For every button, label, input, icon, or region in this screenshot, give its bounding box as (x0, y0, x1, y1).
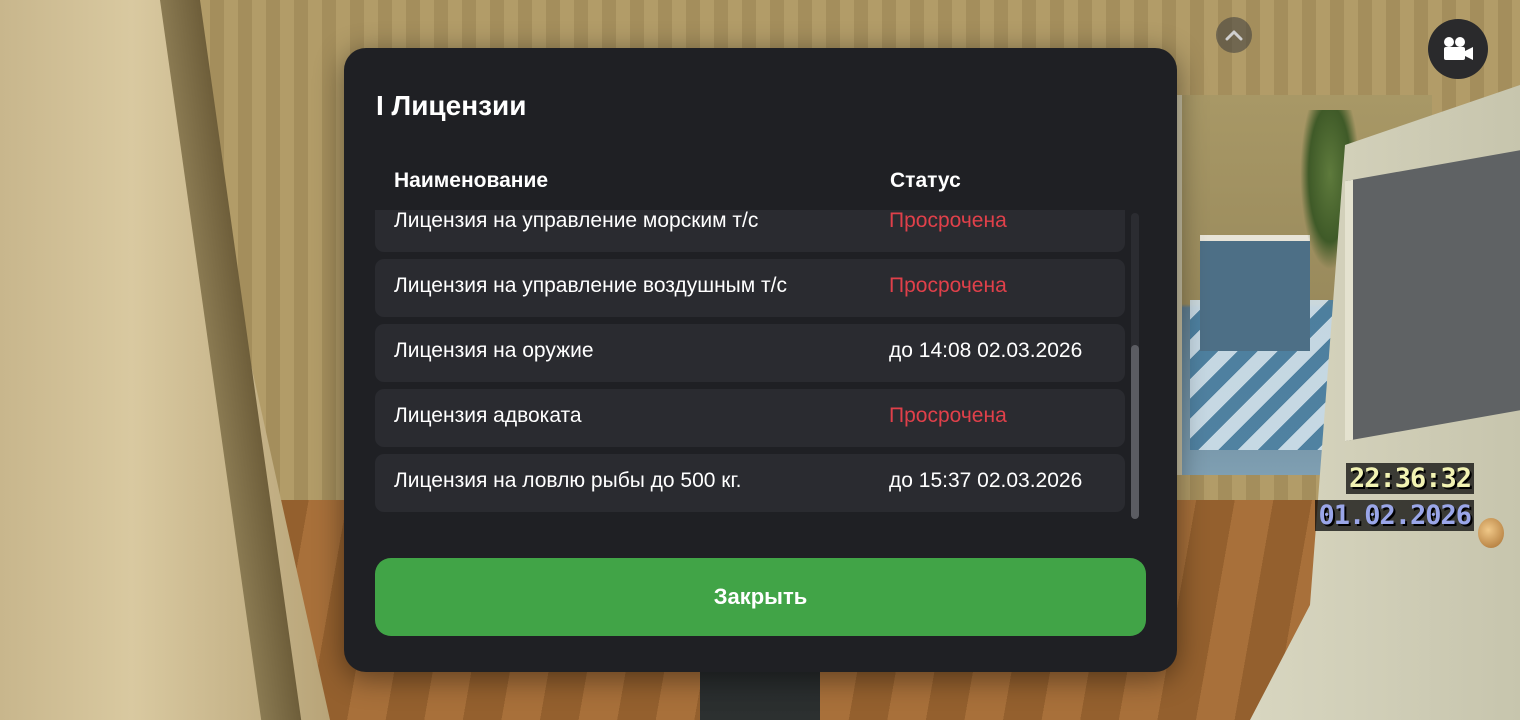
close-button[interactable]: Закрыть (375, 558, 1146, 636)
license-status-expired: Просрочена (889, 404, 1007, 427)
license-name: Лицензия адвоката (394, 404, 582, 427)
license-status-expired: Просрочена (889, 210, 1007, 232)
game-clock-date: 01.02.2026 (1315, 500, 1474, 531)
license-name: Лицензия на управление морским т/с (394, 210, 759, 232)
license-name: Лицензия на управление воздушным т/с (394, 274, 787, 297)
bed (1200, 235, 1310, 351)
scrollbar-thumb[interactable] (1131, 345, 1139, 519)
license-status-valid: до 14:08 02.03.2026 (889, 339, 1083, 362)
game-clock-time: 22:36:32 (1345, 463, 1474, 494)
chevron-up-icon[interactable] (1216, 17, 1252, 53)
license-status-expired: Просрочена (889, 274, 1007, 297)
license-row: Лицензия на ловлю рыбы до 500 кг. до 15:3… (375, 454, 1125, 512)
column-header-status: Статус (890, 169, 961, 192)
license-row: Лицензия на управление морским т/с Просро… (375, 210, 1125, 252)
license-name: Лицензия на ловлю рыбы до 500 кг. (394, 469, 742, 492)
door-knob (1478, 518, 1504, 548)
license-status-valid: до 15:37 02.03.2026 (889, 469, 1083, 492)
scrollbar[interactable] (1131, 213, 1139, 519)
license-row: Лицензия на оружие до 14:08 02.03.2026 (375, 324, 1125, 382)
door-panel (1345, 148, 1520, 442)
license-list[interactable]: Лицензия на управление морским т/с Просро… (375, 210, 1125, 516)
license-row: Лицензия на управление воздушным т/с Прос… (375, 259, 1125, 317)
dialog-title: I Лицензии (376, 90, 527, 121)
licenses-dialog: I Лицензии Наименование Статус Лицензия … (344, 48, 1177, 672)
column-header-name: Наименование (394, 169, 549, 192)
license-row: Лицензия адвоката Просрочена (375, 389, 1125, 447)
license-name: Лицензия на оружие (394, 339, 594, 362)
video-camera-icon[interactable] (1428, 19, 1488, 79)
